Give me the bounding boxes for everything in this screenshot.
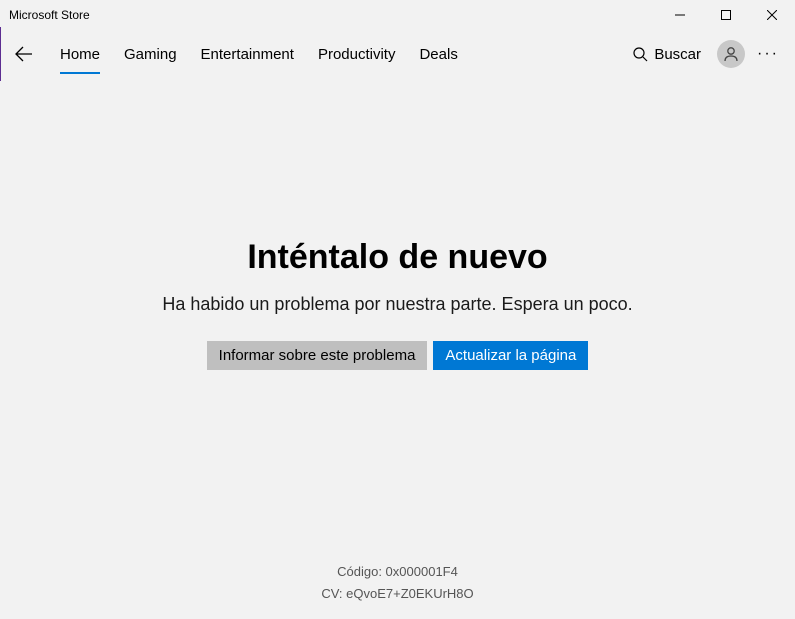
report-problem-button[interactable]: Informar sobre este problema (207, 341, 428, 370)
header: Home Gaming Entertainment Productivity D… (0, 30, 795, 78)
window-accent-bar (0, 27, 1, 81)
header-right: Buscar ··· (625, 39, 783, 69)
error-actions: Informar sobre este problema Actualizar … (148, 341, 648, 370)
close-button[interactable] (749, 0, 795, 30)
error-cv: CV: eQvoE7+Z0EKUrH8O (0, 583, 795, 605)
maximize-icon (721, 10, 731, 20)
tab-label: Productivity (318, 46, 396, 63)
refresh-page-button[interactable]: Actualizar la página (433, 341, 588, 370)
main-content: Inténtalo de nuevo Ha habido un problema… (0, 78, 795, 619)
titlebar: Microsoft Store (0, 0, 795, 30)
more-icon: ··· (757, 45, 779, 63)
back-button[interactable] (4, 34, 44, 74)
minimize-button[interactable] (657, 0, 703, 30)
tab-productivity[interactable]: Productivity (306, 30, 408, 78)
tab-deals[interactable]: Deals (407, 30, 469, 78)
user-avatar[interactable] (717, 40, 745, 68)
tab-label: Home (60, 46, 100, 63)
user-icon (722, 45, 740, 63)
maximize-button[interactable] (703, 0, 749, 30)
tab-entertainment[interactable]: Entertainment (189, 30, 306, 78)
back-arrow-icon (15, 45, 33, 63)
footer-codes: Código: 0x000001F4 CV: eQvoE7+Z0EKUrH8O (0, 561, 795, 605)
tab-label: Entertainment (201, 46, 294, 63)
tab-label: Gaming (124, 46, 177, 63)
more-button[interactable]: ··· (753, 39, 783, 69)
nav-tabs: Home Gaming Entertainment Productivity D… (48, 30, 625, 78)
minimize-icon (675, 10, 685, 20)
tab-label: Deals (419, 46, 457, 63)
error-message: Ha habido un problema por nuestra parte.… (148, 291, 648, 317)
error-block: Inténtalo de nuevo Ha habido un problema… (148, 238, 648, 370)
tab-home[interactable]: Home (48, 30, 112, 78)
search-label: Buscar (654, 46, 701, 63)
search-button[interactable]: Buscar (625, 40, 709, 69)
window-controls (657, 0, 795, 30)
search-icon (633, 47, 648, 62)
close-icon (767, 10, 777, 20)
window-title: Microsoft Store (9, 8, 90, 22)
error-title: Inténtalo de nuevo (148, 238, 648, 277)
error-code: Código: 0x000001F4 (0, 561, 795, 583)
tab-gaming[interactable]: Gaming (112, 30, 189, 78)
